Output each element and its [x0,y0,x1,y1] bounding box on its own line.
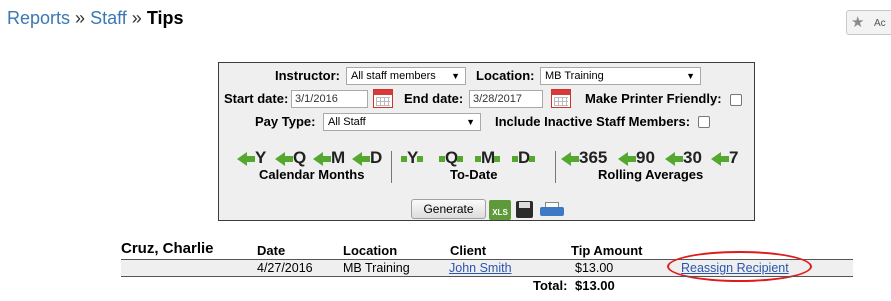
breadcrumb-staff-link[interactable]: Staff [90,8,127,28]
location-select[interactable]: MB Training ▼ [540,67,701,85]
rolling-365-button[interactable]: 365 [561,148,607,168]
to-date-label: To-Date [450,167,498,182]
chevron-down-icon: ▼ [451,71,460,81]
calendar-day-button[interactable]: D [352,148,382,168]
add-favorite-label: Ac [874,18,886,29]
start-date-label: Start date: [224,91,289,106]
row-location: MB Training [343,261,410,275]
instructor-label: Instructor: [275,68,340,83]
calendar-year-button[interactable]: Y [237,148,266,168]
star-icon: ★ [851,14,865,31]
include-inactive-checkbox[interactable] [698,116,710,128]
breadcrumb-separator: » [131,8,142,28]
pay-type-label: Pay Type: [255,114,316,129]
print-icon[interactable] [540,202,564,218]
column-header-date: Date [257,243,286,258]
location-select-value: MB Training [545,70,604,82]
highlight-circle [667,251,812,282]
save-icon[interactable] [516,201,533,218]
to-date-quarter-button[interactable]: Q [439,148,464,168]
staff-name: Cruz, Charlie [121,240,214,257]
calendar-icon[interactable] [551,89,571,108]
add-favorite-button[interactable]: ★ Ac [846,10,891,35]
group-divider [555,151,556,183]
client-link[interactable]: John Smith [449,261,512,275]
row-tip-amount: $13.00 [575,261,614,275]
instructor-select[interactable]: All staff members ▼ [346,67,466,85]
instructor-select-value: All staff members [351,70,436,82]
start-date-input[interactable]: 3/1/2016 [291,90,368,108]
printer-friendly-checkbox[interactable] [730,94,742,106]
total-label: Total: [533,278,568,293]
total-divider [501,276,853,277]
breadcrumb-reports-link[interactable]: Reports [7,8,70,28]
location-label: Location: [476,68,535,83]
chevron-down-icon: ▼ [466,117,475,127]
report-filter-panel: Instructor: All staff members ▼ Location… [218,62,755,221]
column-header-client: Client [450,243,487,258]
rolling-7-button[interactable]: 7 [711,148,738,168]
calendar-month-button[interactable]: M [313,148,345,168]
page-title: Tips [146,8,184,28]
to-date-month-button[interactable]: M [475,148,501,168]
end-date-label: End date: [404,91,464,106]
chevron-down-icon: ▼ [686,71,695,81]
row-date: 4/27/2016 [257,261,313,275]
total-value: $13.00 [575,278,615,293]
include-inactive-label: Include Inactive Staff Members: [495,114,691,129]
rolling-30-button[interactable]: 30 [665,148,702,168]
pay-type-select-value: All Staff [328,116,366,128]
breadcrumb-separator: » [75,8,86,28]
calendar-quarter-button[interactable]: Q [275,148,306,168]
calendar-months-label: Calendar Months [259,167,365,182]
column-header-tip-amount: Tip Amount [571,243,643,258]
to-date-year-button[interactable]: Y [401,148,424,168]
breadcrumb: Reports » Staff » Tips [7,8,184,29]
group-divider [391,151,392,183]
excel-export-icon[interactable]: XLS [489,200,511,220]
column-header-location: Location [343,243,398,258]
end-date-input[interactable]: 3/28/2017 [469,90,543,108]
rolling-averages-label: Rolling Averages [598,167,704,182]
generate-button[interactable]: Generate [411,199,486,219]
pay-type-select[interactable]: All Staff ▼ [323,113,481,131]
calendar-icon[interactable] [373,89,393,108]
to-date-day-button[interactable]: D [512,148,536,168]
rolling-90-button[interactable]: 90 [618,148,655,168]
printer-friendly-label: Make Printer Friendly: [585,91,722,106]
